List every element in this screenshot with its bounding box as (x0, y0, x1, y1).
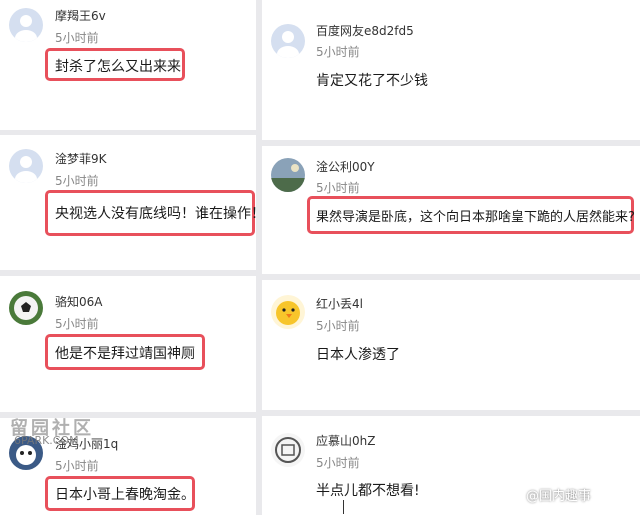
default-avatar-icon[interactable] (9, 149, 43, 183)
watermark-site-url: 6PARK.COM (14, 434, 79, 447)
comment-time: 5小时前 (316, 456, 360, 470)
comment-text: 果然导演是卧底，这个向日本那啥皇下跪的人居然能来? (316, 210, 635, 225)
comment-time: 5小时前 (55, 317, 99, 331)
comment-time: 5小时前 (55, 459, 99, 473)
landscape-avatar-icon[interactable] (271, 158, 305, 192)
comment-card-1: 摩羯王6v 5小时前 封杀了怎么又出来来 (0, 0, 256, 130)
default-avatar-icon[interactable] (271, 24, 305, 58)
comment-time: 5小时前 (316, 181, 360, 195)
text-cursor (343, 500, 344, 514)
comment-text: 日本小哥上春晚淘金。 (55, 487, 195, 503)
comment-card-5: 骆知06A 5小时前 他是不是拜过靖国神厕 (0, 276, 256, 412)
comment-username[interactable]: 淦梦菲9K (55, 150, 107, 167)
comment-card-4: 淦公利00Y 5小时前 果然导演是卧底，这个向日本那啥皇下跪的人居然能来? (262, 146, 640, 274)
comment-card-3: 淦梦菲9K 5小时前 央视选人没有底线吗！谁在操作！ (0, 135, 265, 270)
watermark-account: @国内趣事 (526, 489, 592, 504)
comment-card-6: 红小丢4l 5小时前 日本人渗透了 (262, 280, 640, 410)
stamp-avatar-icon[interactable] (271, 433, 305, 467)
comment-time: 5小时前 (55, 31, 99, 45)
comment-text: 日本人渗透了 (316, 347, 400, 363)
comment-username[interactable]: 摩羯王6v (55, 7, 106, 24)
comment-username[interactable]: 百度网友e8d2fd5 (316, 22, 414, 39)
comment-text: 央视选人没有底线吗！谁在操作！ (55, 206, 265, 222)
comment-time: 5小时前 (316, 319, 360, 333)
comment-text: 他是不是拜过靖国神厕 (55, 346, 195, 362)
comment-card-2: 百度网友e8d2fd5 5小时前 肯定又花了不少钱 (262, 0, 640, 140)
comment-text: 半点儿都不想看! (316, 483, 420, 499)
comment-username[interactable]: 红小丢4l (316, 295, 363, 312)
default-avatar-icon[interactable] (9, 8, 43, 42)
comment-username[interactable]: 骆知06A (55, 293, 102, 310)
chick-avatar-icon[interactable] (271, 295, 305, 329)
comment-text: 封杀了怎么又出来来 (55, 59, 181, 75)
soccer-ball-avatar-icon[interactable] (9, 291, 43, 325)
comment-time: 5小时前 (55, 174, 99, 188)
comment-username[interactable]: 应慕山0hZ (316, 432, 375, 449)
comment-text: 肯定又花了不少钱 (316, 73, 428, 89)
comment-username[interactable]: 淦公利00Y (316, 158, 375, 175)
comment-time: 5小时前 (316, 45, 360, 59)
